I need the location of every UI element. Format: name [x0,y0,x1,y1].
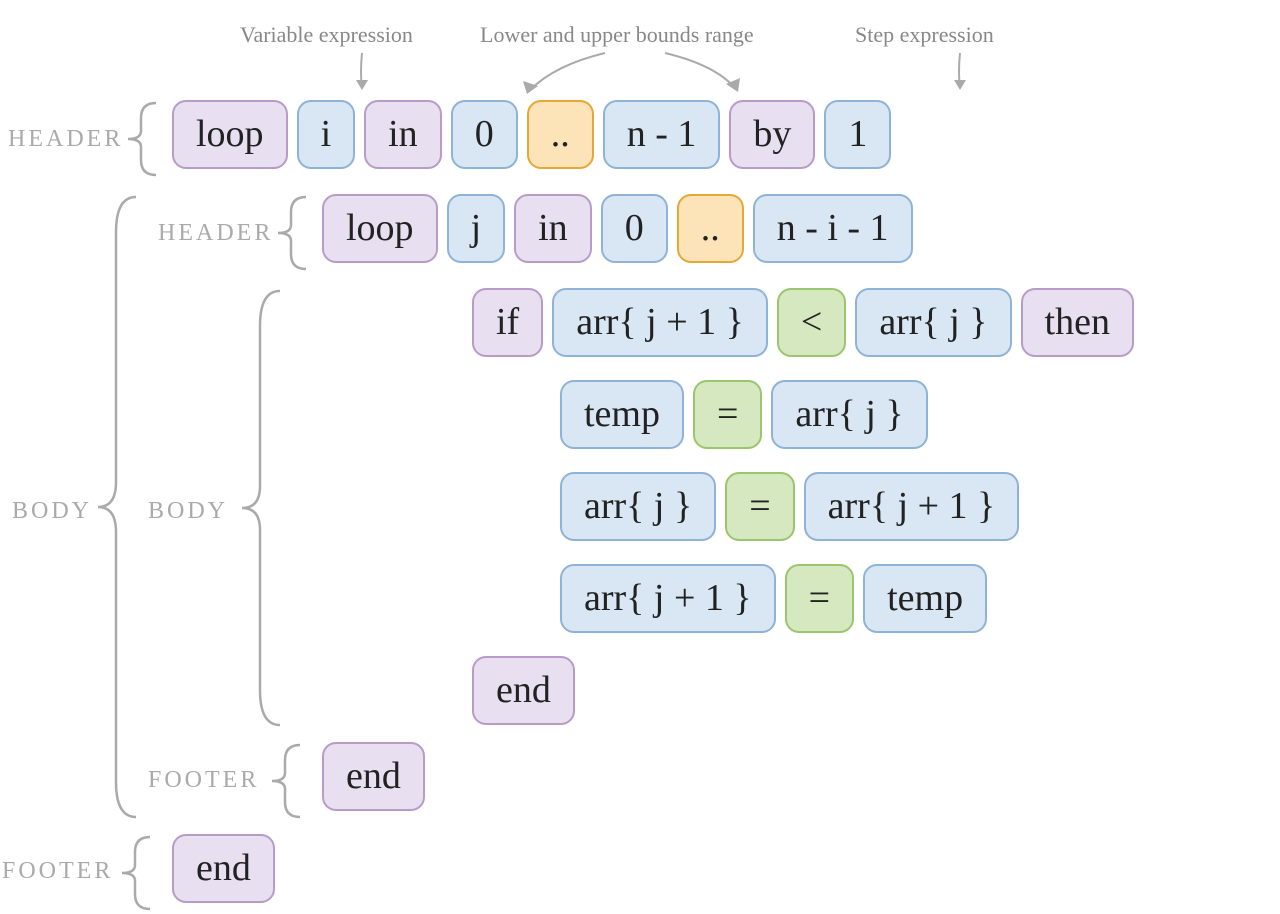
token-arr-j: arr{ j } [855,288,1011,357]
token-arr-j: arr{ j } [560,472,716,541]
token-in: in [514,194,592,263]
token-dots: .. [677,194,744,263]
token-arr-jp1: arr{ j + 1 } [804,472,1020,541]
token-i: i [297,100,356,169]
row-if: if arr{ j + 1 } < arr{ j } then [472,288,1134,357]
arrow-var-expr [350,48,380,98]
label-body-inner: BODY [148,498,228,525]
brace-header-inner [266,192,316,274]
brace-header-outer [116,98,166,180]
label-body-outer: BODY [12,498,92,525]
label-footer-inner: FOOTER [148,767,259,794]
label-footer-outer: FOOTER [2,858,113,885]
annotation-step: Step expression [855,22,994,48]
label-header-outer: HEADER [8,126,123,153]
row-inner-header: loop j in 0 .. n - i - 1 [322,194,913,263]
brace-body-outer [88,192,148,822]
brace-footer-outer [110,832,160,914]
row-assign-3: arr{ j + 1 } = temp [560,564,987,633]
row-end-if: end [472,656,575,725]
token-lt: < [777,288,846,357]
row-assign-2: arr{ j } = arr{ j + 1 } [560,472,1019,541]
token-zero: 0 [451,100,518,169]
arrow-step [948,48,978,98]
row-end-outer: end [172,834,275,903]
token-end: end [322,742,425,811]
token-arr-jp1: arr{ j + 1 } [552,288,768,357]
row-outer-header: loop i in 0 .. n - 1 by 1 [172,100,891,169]
token-eq: = [693,380,762,449]
token-zero: 0 [601,194,668,263]
token-loop: loop [322,194,438,263]
token-eq: = [725,472,794,541]
token-temp: temp [863,564,987,633]
token-loop: loop [172,100,288,169]
token-then: then [1021,288,1134,357]
token-one: 1 [824,100,891,169]
annotation-bounds: Lower and upper bounds range [480,22,754,48]
token-end: end [472,656,575,725]
token-arr-jp1: arr{ j + 1 } [560,564,776,633]
brace-footer-inner [260,740,310,822]
token-by: by [729,100,815,169]
brace-body-inner [232,286,292,730]
token-dots: .. [527,100,594,169]
row-end-inner: end [322,742,425,811]
token-end: end [172,834,275,903]
token-upper: n - 1 [603,100,721,169]
row-assign-1: temp = arr{ j } [560,380,928,449]
arrow-bounds [505,50,765,100]
label-header-inner: HEADER [158,220,273,247]
token-arr-j: arr{ j } [771,380,927,449]
token-in: in [364,100,442,169]
annotation-var-expr: Variable expression [240,22,413,48]
token-j: j [447,194,506,263]
token-eq: = [785,564,854,633]
token-upper: n - i - 1 [753,194,913,263]
token-temp: temp [560,380,684,449]
token-if: if [472,288,543,357]
